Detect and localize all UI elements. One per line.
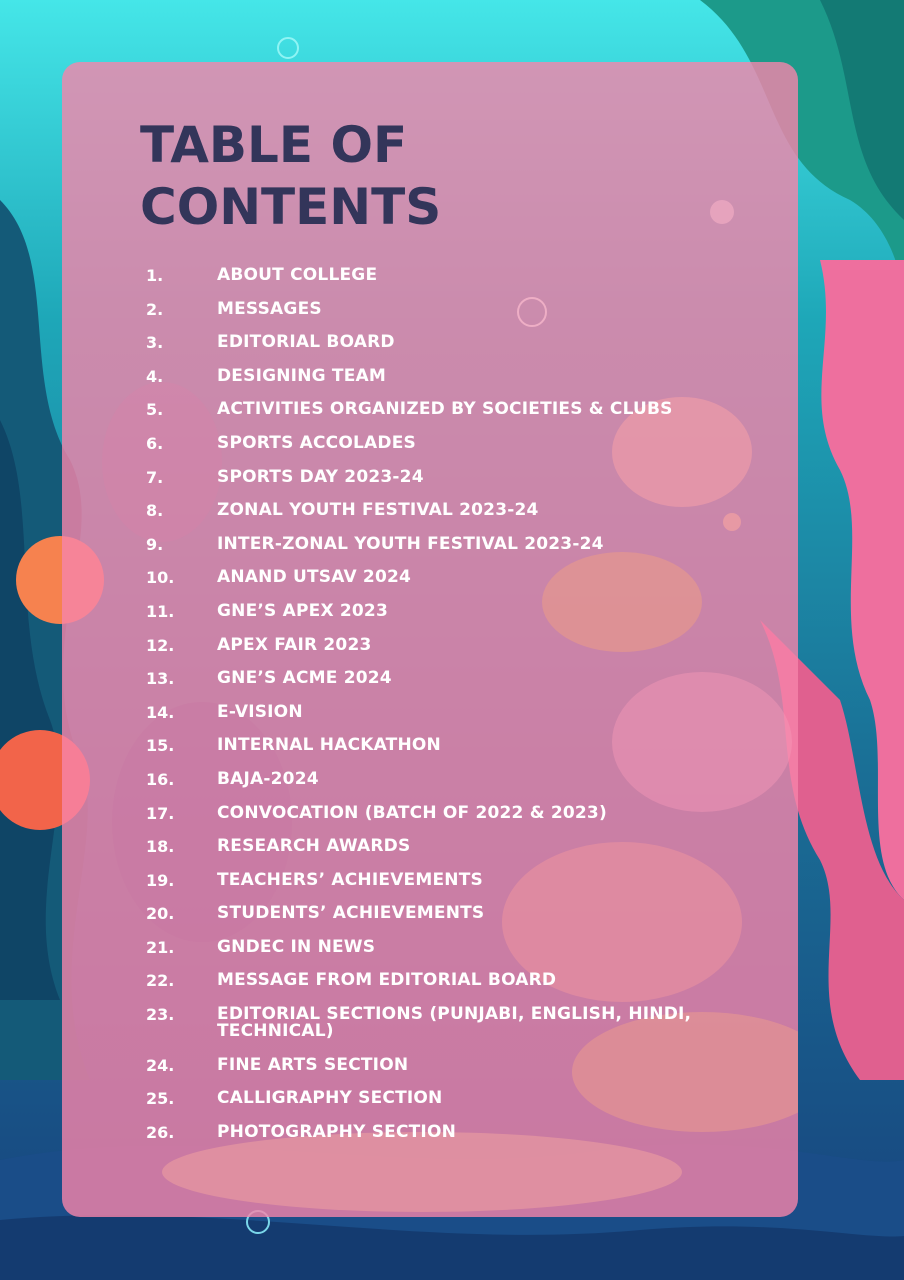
toc-item: 25. CALLIGRAPHY SECTION xyxy=(146,1087,756,1121)
toc-item: 19. TEACHERS’ ACHIEVEMENTS xyxy=(146,869,756,903)
toc-item: 15. INTERNAL HACKATHON xyxy=(146,734,756,768)
toc-item: 23. EDITORIAL SECTIONS (PUNJABI, ENGLISH,… xyxy=(146,1003,756,1054)
toc-item-number: 4. xyxy=(146,366,164,386)
toc-item-number: 12. xyxy=(146,635,175,655)
toc-list: 1. ABOUT COLLEGE 2. MESSAGES 3. EDITORIAL B… xyxy=(146,264,756,1154)
toc-item-number: 21. xyxy=(146,937,175,957)
toc-item: 5. ACTIVITIES ORGANIZED BY SOCIETIES & CL… xyxy=(146,398,756,432)
toc-item-number: 25. xyxy=(146,1089,175,1109)
toc-item: 7. SPORTS DAY 2023-24 xyxy=(146,466,756,500)
toc-item-label: DESIGNING TEAM xyxy=(217,365,386,386)
toc-item: 20. STUDENTS’ ACHIEVEMENTS xyxy=(146,902,756,936)
toc-item-number: 23. xyxy=(146,1005,175,1025)
toc-item: 21. GNDEC IN NEWS xyxy=(146,936,756,970)
toc-item: 22. MESSAGE FROM EDITORIAL BOARD xyxy=(146,969,756,1003)
toc-item-number: 1. xyxy=(146,266,164,285)
toc-item-number: 8. xyxy=(146,501,164,521)
toc-item: 9. INTER-ZONAL YOUTH FESTIVAL 2023-24 xyxy=(146,533,756,567)
toc-item-label: GNE’S APEX 2023 xyxy=(217,600,388,621)
title-line-1: TABLE OF xyxy=(140,116,408,174)
toc-item-number: 24. xyxy=(146,1055,175,1075)
toc-item: 8. ZONAL YOUTH FESTIVAL 2023-24 xyxy=(146,499,756,533)
toc-item: 26. PHOTOGRAPHY SECTION xyxy=(146,1121,756,1155)
toc-item-label: BAJA-2024 xyxy=(217,768,319,789)
toc-item-label: MESSAGES xyxy=(217,298,322,319)
toc-item: 14. E-VISION xyxy=(146,701,756,735)
toc-item: 24. FINE ARTS SECTION xyxy=(146,1054,756,1088)
toc-item-label: TEACHERS’ ACHIEVEMENTS xyxy=(217,869,483,890)
toc-item: 3. EDITORIAL BOARD xyxy=(146,331,756,365)
toc-item-label: SPORTS DAY 2023-24 xyxy=(217,466,424,487)
toc-item-number: 20. xyxy=(146,904,175,924)
toc-item-number: 3. xyxy=(146,333,164,353)
toc-item-label: GNDEC IN NEWS xyxy=(217,936,376,957)
toc-item: 13. GNE’S ACME 2024 xyxy=(146,667,756,701)
toc-item-label: FINE ARTS SECTION xyxy=(217,1054,409,1075)
toc-item-number: 14. xyxy=(146,702,175,722)
toc-item-number: 7. xyxy=(146,467,164,487)
toc-item-number: 5. xyxy=(146,400,164,420)
toc-item-number: 10. xyxy=(146,568,175,588)
toc-item-label: INTER-ZONAL YOUTH FESTIVAL 2023-24 xyxy=(217,533,604,554)
toc-item-number: 18. xyxy=(146,837,175,857)
toc-item: 4. DESIGNING TEAM xyxy=(146,365,756,399)
toc-item-label: PHOTOGRAPHY SECTION xyxy=(217,1121,457,1142)
toc-item-label: EDITORIAL BOARD xyxy=(217,332,395,353)
toc-item-number: 13. xyxy=(146,669,175,689)
toc-item-number: 2. xyxy=(146,299,164,319)
toc-item-number: 15. xyxy=(146,736,175,756)
toc-item-label: E-VISION xyxy=(217,701,303,722)
toc-item-label: MESSAGE FROM EDITORIAL BOARD xyxy=(217,970,557,991)
toc-item: 2. MESSAGES xyxy=(146,298,756,332)
toc-item: 1. ABOUT COLLEGE xyxy=(146,264,756,298)
toc-item-number: 26. xyxy=(146,1122,175,1142)
title-line-2: CONTENTS xyxy=(140,178,442,236)
toc-item-number: 11. xyxy=(146,601,175,621)
toc-item-label: RESEARCH AWARDS xyxy=(217,836,411,857)
toc-item-number: 19. xyxy=(146,870,175,890)
toc-item: 10. ANAND UTSAV 2024 xyxy=(146,566,756,600)
toc-item-number: 17. xyxy=(146,803,175,823)
toc-item-label: ACTIVITIES ORGANIZED BY SOCIETIES & CLUB… xyxy=(217,399,673,420)
toc-item-number: 9. xyxy=(146,534,164,554)
toc-item-number: 22. xyxy=(146,971,175,991)
toc-item-label: APEX FAIR 2023 xyxy=(217,634,372,655)
toc-item-number: 16. xyxy=(146,769,175,789)
toc-item-label: ABOUT COLLEGE xyxy=(217,265,378,285)
toc-item-label: SPORTS ACCOLADES xyxy=(217,432,416,453)
toc-item: 16. BAJA-2024 xyxy=(146,768,756,802)
toc-item-number: 6. xyxy=(146,433,164,453)
toc-item-label: STUDENTS’ ACHIEVEMENTS xyxy=(217,903,485,924)
toc-item: 6. SPORTS ACCOLADES xyxy=(146,432,756,466)
toc-item: 12. APEX FAIR 2023 xyxy=(146,634,756,668)
toc-item-label: CONVOCATION (BATCH OF 2022 & 2023) xyxy=(217,802,607,823)
toc-item: 17. CONVOCATION (BATCH OF 2022 & 2023) xyxy=(146,802,756,836)
toc-item-label: ZONAL YOUTH FESTIVAL 2023-24 xyxy=(217,500,539,521)
toc-item-label: GNE’S ACME 2024 xyxy=(217,668,392,689)
toc-item: 11. GNE’S APEX 2023 xyxy=(146,600,756,634)
page-title: TABLE OF CONTENTS xyxy=(140,114,441,238)
toc-item-label: INTERNAL HACKATHON xyxy=(217,735,441,756)
toc-item: 18. RESEARCH AWARDS xyxy=(146,835,756,869)
toc-item-label: ANAND UTSAV 2024 xyxy=(217,567,412,588)
toc-item-label: EDITORIAL SECTIONS (PUNJABI, ENGLISH, HI… xyxy=(217,1004,692,1042)
toc-item-label: CALLIGRAPHY SECTION xyxy=(217,1088,443,1109)
